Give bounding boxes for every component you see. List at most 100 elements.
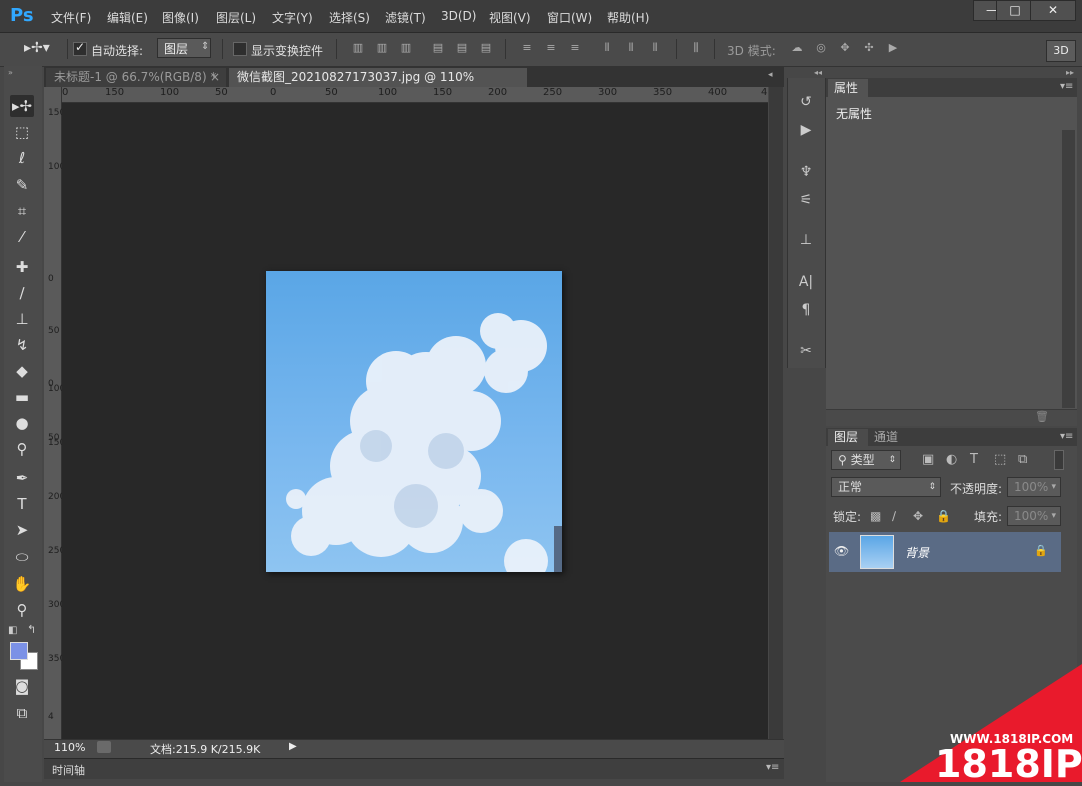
menu-select[interactable]: 选择(S)	[329, 9, 370, 26]
3d-slide-icon[interactable]: ✣	[861, 40, 877, 56]
filter-pixel-icon[interactable]: ▣	[922, 452, 934, 467]
stamp-tool-icon[interactable]: ⊥	[10, 308, 34, 330]
trash-icon[interactable]: 🗑	[1035, 410, 1049, 423]
collapse-icon[interactable]: ◂◂	[814, 68, 822, 77]
distribute-right-icon[interactable]: ⫴	[647, 40, 663, 56]
character-icon[interactable]: A|	[796, 272, 816, 292]
auto-align-icon[interactable]: ⫼	[688, 40, 704, 56]
move-tool-icon[interactable]: ▸✢	[10, 95, 34, 117]
crop-tool-icon[interactable]: ⌗	[10, 200, 34, 222]
filter-adjustment-icon[interactable]: ◐	[946, 452, 957, 467]
swap-colors-icon[interactable]: ↰	[27, 623, 36, 636]
screen-mode-icon[interactable]: ⧉	[10, 702, 34, 724]
status-menu-arrow-icon[interactable]: ▶	[289, 741, 297, 752]
history-brush-tool-icon[interactable]: ↯	[10, 334, 34, 356]
align-left-icon[interactable]: ▤	[430, 40, 446, 56]
lock-transparent-icon[interactable]: ▩	[870, 509, 881, 523]
fill-input[interactable]: 100% ▾	[1007, 506, 1061, 526]
eyedropper-tool-icon[interactable]: ⁄	[10, 226, 34, 248]
menu-file[interactable]: 文件(F)	[51, 9, 91, 26]
hand-tool-icon[interactable]: ✋	[10, 573, 34, 595]
filter-shape-icon[interactable]: ⬚	[994, 452, 1006, 467]
filter-smart-object-icon[interactable]: ⧉	[1018, 452, 1027, 467]
zoom-tool-icon[interactable]: ⚲	[10, 599, 34, 621]
document-tab-untitled[interactable]: 未标题-1 @ 66.7%(RGB/8) * ×	[46, 68, 226, 87]
actions-play-icon[interactable]: ▶	[796, 120, 816, 140]
marquee-tool-icon[interactable]: ⬚	[10, 121, 34, 143]
menu-image[interactable]: 图像(I)	[162, 9, 199, 26]
distribute-top-icon[interactable]: ≡	[519, 40, 535, 56]
quick-select-tool-icon[interactable]: ✎	[10, 174, 34, 196]
filter-toggle[interactable]	[1054, 450, 1064, 470]
vertical-scrollbar[interactable]	[769, 87, 783, 739]
dodge-tool-icon[interactable]: ⚲	[10, 438, 34, 460]
layer-name[interactable]: 背景	[905, 544, 929, 561]
align-vcenter-icon[interactable]: ▥	[374, 40, 390, 56]
history-icon[interactable]: ↺	[796, 92, 816, 112]
distribute-vcenter-icon[interactable]: ≡	[543, 40, 559, 56]
3d-drag-icon[interactable]: ✥	[837, 40, 853, 56]
auto-select-checkbox[interactable]	[73, 40, 87, 56]
distribute-bottom-icon[interactable]: ≡	[567, 40, 583, 56]
3d-roll-icon[interactable]: ◎	[813, 40, 829, 56]
tool-presets-icon[interactable]: ✂	[796, 341, 816, 361]
tabs-overflow-icon[interactable]: ◂	[768, 70, 773, 80]
path-select-tool-icon[interactable]: ➤	[10, 519, 34, 541]
lock-all-icon[interactable]: 🔒	[936, 509, 951, 523]
blur-tool-icon[interactable]: ●	[10, 412, 34, 434]
gradient-tool-icon[interactable]: ▬	[10, 386, 34, 408]
filter-type-icon[interactable]: T	[970, 452, 978, 467]
lasso-tool-icon[interactable]: ℓ	[10, 147, 34, 169]
panel-menu-icon[interactable]: ▾≡	[1060, 431, 1073, 442]
menu-layer[interactable]: 图层(L)	[216, 9, 256, 26]
menu-view[interactable]: 视图(V)	[489, 9, 531, 26]
tab-layers[interactable]: 图层	[828, 429, 868, 446]
pen-tool-icon[interactable]: ✒	[10, 467, 34, 489]
type-tool-icon[interactable]: T	[10, 493, 34, 515]
default-colors-icon[interactable]: ◧	[8, 625, 17, 636]
align-top-icon[interactable]: ▥	[350, 40, 366, 56]
panel-menu-icon[interactable]: ▾≡	[1060, 81, 1073, 92]
brush-tool-icon[interactable]: ∕	[10, 282, 34, 304]
align-right-icon[interactable]: ▤	[478, 40, 494, 56]
show-transform-checkbox[interactable]	[233, 42, 247, 56]
properties-scrollbar[interactable]	[1062, 130, 1075, 408]
distribute-left-icon[interactable]: ⫴	[599, 40, 615, 56]
3d-rotate-icon[interactable]: ☁	[789, 40, 805, 56]
maximize-button[interactable]: □	[996, 0, 1034, 21]
expand-icon[interactable]: ▸▸	[1066, 68, 1074, 77]
eye-icon[interactable]: 👁	[834, 544, 849, 558]
opacity-input[interactable]: 100% ▾	[1007, 477, 1061, 497]
close-window-button[interactable]: ✕	[1030, 0, 1076, 21]
menu-type[interactable]: 文字(Y)	[272, 9, 313, 26]
ellipse-tool-icon[interactable]: ⬭	[10, 546, 34, 568]
panel-menu-icon[interactable]: ▾≡	[766, 762, 779, 773]
3d-camera-icon[interactable]: ▶	[885, 40, 901, 56]
filter-kind-dropdown[interactable]: ⚲ 类型 ⇕	[831, 450, 901, 470]
clone-source-icon[interactable]: ⊥	[796, 230, 816, 250]
paragraph-icon[interactable]: ¶	[796, 300, 816, 320]
share-icon[interactable]	[97, 741, 111, 753]
align-hcenter-icon[interactable]: ▤	[454, 40, 470, 56]
properties-tab[interactable]: 属性	[828, 79, 868, 97]
align-bottom-icon[interactable]: ▥	[398, 40, 414, 56]
document-tab-active[interactable]: 微信截图_20210827173037.jpg @ 110%(RGB/8#)×	[229, 68, 527, 103]
menu-3d[interactable]: 3D(D)	[441, 9, 476, 23]
3d-workspace-button[interactable]: 3D	[1046, 40, 1076, 62]
tab-channels[interactable]: 通道	[868, 429, 898, 446]
distribute-hcenter-icon[interactable]: ⫴	[623, 40, 639, 56]
brush-presets-icon[interactable]: ♆	[796, 162, 816, 182]
document-image[interactable]	[266, 271, 562, 572]
blend-mode-dropdown[interactable]: 正常 ⇕	[831, 477, 941, 497]
quick-mask-icon[interactable]: ◙	[10, 675, 34, 697]
adjustments-icon[interactable]: ⚟	[796, 190, 816, 210]
menu-filter[interactable]: 滤镜(T)	[385, 9, 426, 26]
foreground-color-swatch[interactable]	[10, 642, 28, 660]
healing-brush-tool-icon[interactable]: ✚	[10, 256, 34, 278]
timeline-tab[interactable]: 时间轴	[52, 762, 85, 778]
lock-pixels-icon[interactable]: ∕	[892, 509, 896, 523]
menu-help[interactable]: 帮助(H)	[607, 9, 649, 26]
menu-window[interactable]: 窗口(W)	[547, 9, 592, 26]
lock-position-icon[interactable]: ✥	[913, 509, 923, 523]
menu-edit[interactable]: 编辑(E)	[107, 9, 148, 26]
